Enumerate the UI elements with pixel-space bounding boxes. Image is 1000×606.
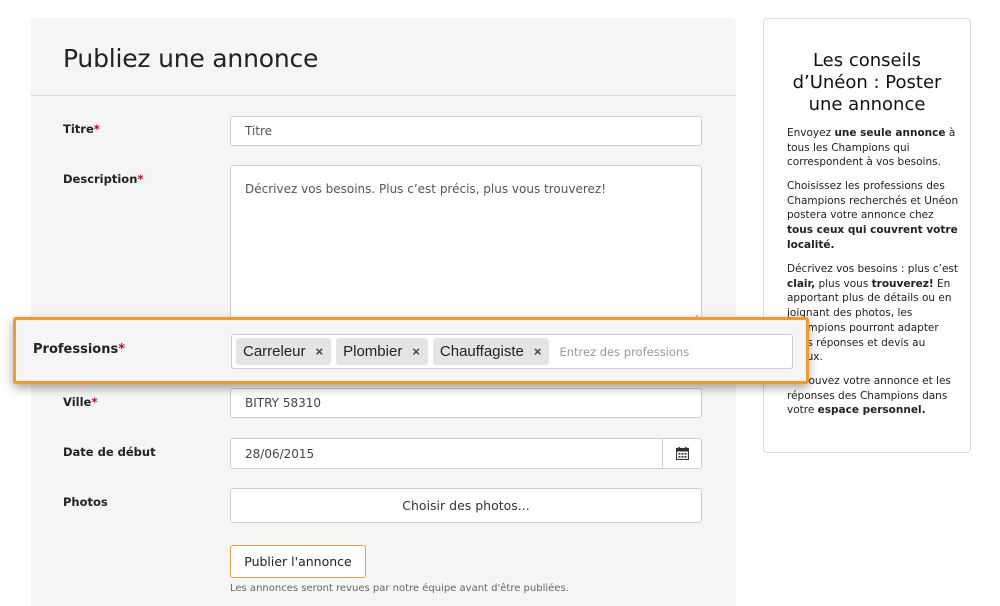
choose-photos-button[interactable]: Choisir des photos... (230, 488, 702, 523)
description-label: Description* (63, 172, 144, 186)
review-note: Les annonces seront revues par notre équ… (230, 583, 569, 594)
close-icon[interactable]: × (412, 344, 420, 359)
tip-paragraph: Choisissez les professions des Champions… (787, 180, 959, 251)
date-input[interactable]: 28/06/2015 (230, 438, 702, 469)
professions-tag-input[interactable]: Carreleur × Plombier × Chauffagiste × Entre… (231, 334, 793, 369)
page-title: Publiez une annonce (63, 44, 319, 73)
tip-paragraph: Décrivez vos besoins : plus c’est clair,… (787, 263, 958, 363)
sidebar-title: Les conseils d’Unéon : Poster une annonc… (792, 50, 942, 115)
tip-paragraph: Retrouvez votre annonce et les réponses … (787, 375, 951, 417)
professions-placeholder[interactable]: Entrez des professions (559, 345, 689, 359)
profession-tag: Carreleur × (236, 338, 332, 365)
date-label: Date de début (63, 445, 156, 459)
profession-tag: Chauffagiste × (432, 338, 550, 365)
tip-paragraph: Envoyez une seule annonce à tous les Cha… (787, 127, 956, 169)
tag-label: Chauffagiste (439, 343, 524, 360)
ville-value: BITRY 58310 (245, 396, 321, 410)
titre-label: Titre* (63, 122, 100, 136)
tag-label: Carreleur (243, 343, 306, 360)
tag-label: Plombier (343, 343, 403, 360)
publish-button[interactable]: Publier l'annonce (230, 545, 366, 578)
title-divider (31, 95, 736, 96)
ville-label: Ville* (63, 395, 98, 409)
titre-input[interactable]: Titre (230, 116, 702, 146)
close-icon[interactable]: × (316, 344, 324, 359)
description-textarea[interactable]: Décrivez vos besoins. Plus c’est précis,… (230, 165, 702, 325)
ville-input[interactable]: BITRY 58310 (230, 388, 702, 418)
date-picker-button[interactable] (662, 439, 701, 468)
date-value: 28/06/2015 (245, 446, 315, 461)
titre-placeholder: Titre (245, 124, 273, 138)
calendar-icon (675, 447, 689, 460)
profession-tag: Plombier × (336, 338, 428, 365)
photos-label: Photos (63, 495, 108, 509)
description-placeholder: Décrivez vos besoins. Plus c’est précis,… (245, 182, 607, 196)
professions-label: Professions* (33, 342, 126, 357)
close-icon[interactable]: × (534, 344, 542, 359)
